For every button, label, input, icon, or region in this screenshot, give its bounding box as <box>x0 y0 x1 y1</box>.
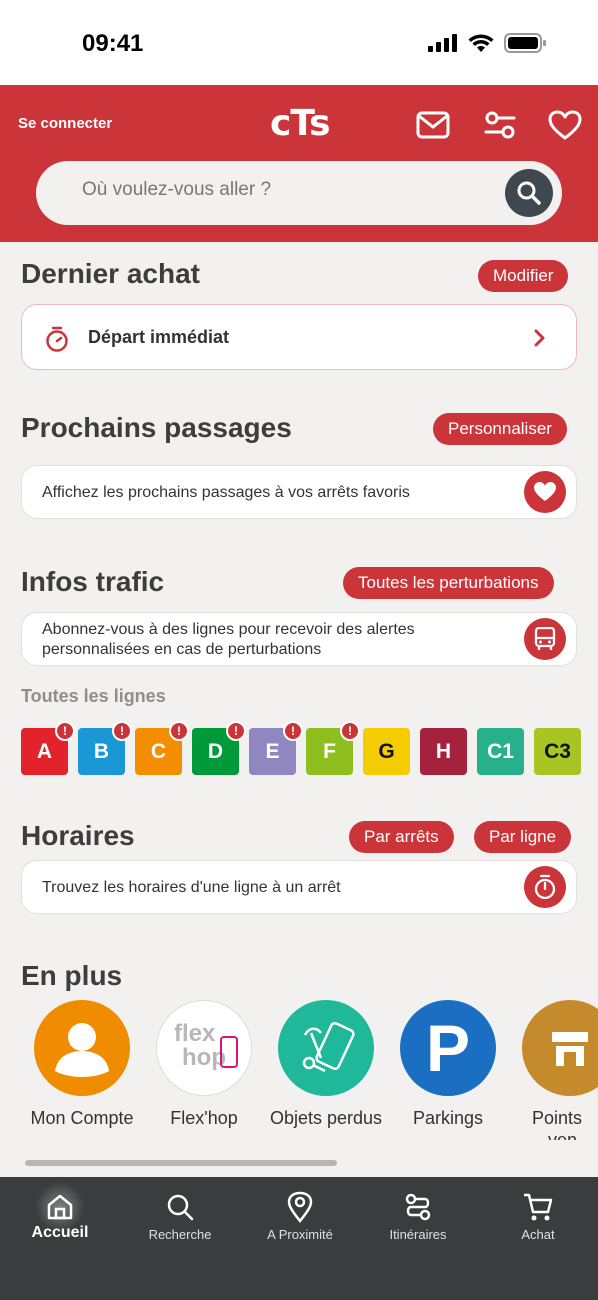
schedule-button[interactable] <box>524 866 566 908</box>
battery-icon <box>504 33 546 53</box>
tab-accueil-label: Accueil <box>31 1224 89 1241</box>
alert-badge-c: ! <box>169 721 189 741</box>
depart-immediat-card[interactable]: Départ immédiat <box>21 304 577 370</box>
depart-immediat-label: Départ immédiat <box>88 327 230 347</box>
line-c3-button[interactable]: C3 <box>534 728 581 775</box>
section-title-horaires: Horaires <box>21 820 135 851</box>
system-icons <box>428 33 546 53</box>
alert-badge-f: ! <box>340 721 360 741</box>
mail-icon <box>416 111 450 139</box>
alert-badge-e: ! <box>283 721 303 741</box>
tab-proximite[interactable]: A Proximité <box>240 1177 360 1257</box>
bus-icon <box>534 627 556 650</box>
parkings-label: Parkings <box>412 1108 484 1128</box>
tab-recherche-label: Recherche <box>148 1227 212 1242</box>
user-icon <box>55 1023 109 1077</box>
tab-itineraires-label: Itinéraires <box>389 1227 447 1242</box>
tab-proximite-label: A Proximité <box>267 1227 333 1242</box>
flexhop-logo: flex hop <box>164 1018 244 1078</box>
infos-trafic-card[interactable]: Abonnez-vous à des lignes pour recevoir … <box>21 612 577 666</box>
alerts-subscribe-button[interactable] <box>524 618 566 660</box>
wifi-icon <box>468 33 494 52</box>
app-header: Se connecter cTs <box>0 85 598 242</box>
parking-icon: P <box>425 1011 471 1085</box>
status-time: 09:41 <box>82 30 144 57</box>
tab-bar: Accueil Recherche A Proximité Itinéraire… <box>0 1177 598 1300</box>
parkings-circle: P <box>400 1000 496 1096</box>
toutes-perturbations-button[interactable]: Toutes les perturbations <box>343 567 554 599</box>
flexhop-label: Flex'hop <box>170 1108 238 1128</box>
favorite-stops-button[interactable] <box>524 471 566 513</box>
search-bar[interactable] <box>36 161 562 225</box>
points-vente-label-2: ven <box>548 1130 578 1140</box>
section-title-prochains-passages: Prochains passages <box>21 412 292 443</box>
points-vente-tile[interactable]: Points ven <box>522 1000 598 1140</box>
heart-icon <box>548 110 582 140</box>
messages-button[interactable] <box>413 105 453 145</box>
chevron-right-icon <box>534 329 545 347</box>
prochains-passages-card[interactable]: Affichez les prochains passages à vos ar… <box>21 465 577 519</box>
search-input[interactable] <box>82 179 482 201</box>
prochains-passages-text: Affichez les prochains passages à vos ar… <box>42 484 410 501</box>
flexhop-circle: flex hop <box>156 1000 252 1096</box>
horaires-card[interactable]: Trouvez les horaires d'une ligne à un ar… <box>21 860 577 914</box>
tab-itineraires[interactable]: Itinéraires <box>358 1177 478 1257</box>
search-icon <box>517 181 541 205</box>
section-title-en-plus: En plus <box>21 960 123 991</box>
personnaliser-button[interactable]: Personnaliser <box>433 413 567 445</box>
mon-compte-circle <box>34 1000 130 1096</box>
mon-compte-label: Mon Compte <box>30 1108 134 1128</box>
par-ligne-button[interactable]: Par ligne <box>474 821 572 853</box>
objets-perdus-label: Objets perdus <box>269 1108 383 1128</box>
phone-icon <box>220 1036 238 1068</box>
horizontal-scrollbar[interactable] <box>25 1160 337 1166</box>
location-pin-icon <box>282 1189 318 1225</box>
points-vente-label: Points <box>532 1108 583 1128</box>
login-link[interactable]: Se connecter <box>18 115 112 132</box>
alert-badge-d: ! <box>226 721 246 741</box>
stopwatch-icon <box>534 874 556 900</box>
section-title-dernier-achat: Dernier achat <box>21 258 200 289</box>
tab-achat-label: Achat <box>521 1227 555 1242</box>
infos-trafic-text-line1: Abonnez-vous à des lignes pour recevoir … <box>42 621 415 638</box>
settings-button[interactable] <box>480 105 520 145</box>
tab-recherche[interactable]: Recherche <box>120 1177 240 1257</box>
par-arrets-button[interactable]: Par arrêts <box>349 821 454 853</box>
objets-perdus-circle <box>278 1000 374 1096</box>
timer-icon <box>46 326 68 352</box>
heart-icon <box>534 482 556 501</box>
lost-items-icon <box>302 1021 355 1073</box>
infos-trafic-text-line2: personnalisées en cas de perturbations <box>42 641 322 658</box>
cts-logo: cTs <box>270 103 331 144</box>
horaires-text: Trouvez les horaires d'une ligne à un ar… <box>42 879 341 896</box>
route-icon <box>400 1189 436 1225</box>
alert-badge-b: ! <box>112 721 132 741</box>
points-vente-circle <box>522 1000 598 1096</box>
shop-icon <box>552 1032 588 1066</box>
line-g-button[interactable]: G <box>363 728 410 775</box>
line-h-button[interactable]: H <box>420 728 467 775</box>
lines-label: Toutes les lignes <box>21 686 166 706</box>
alert-badge-a: ! <box>55 721 75 741</box>
section-title-infos-trafic: Infos trafic <box>21 566 165 597</box>
search-icon <box>162 1189 198 1225</box>
cart-icon <box>520 1189 556 1225</box>
tab-accueil[interactable]: Accueil <box>0 1177 120 1257</box>
sliders-icon <box>484 111 516 139</box>
parkings-tile[interactable]: P Parkings <box>400 1000 496 1128</box>
line-c1-button[interactable]: C1 <box>477 728 524 775</box>
search-button[interactable] <box>505 169 553 217</box>
favorites-button[interactable] <box>545 105 585 145</box>
mon-compte-tile[interactable]: Mon Compte <box>30 1000 134 1128</box>
modifier-button[interactable]: Modifier <box>478 260 569 292</box>
objets-perdus-tile[interactable]: Objets perdus <box>270 1000 382 1128</box>
flexhop-tile[interactable]: flex hop Flex'hop <box>156 1000 252 1128</box>
status-bar: 09:41 <box>0 0 598 85</box>
signal-icon <box>428 34 457 52</box>
tab-achat[interactable]: Achat <box>478 1177 598 1257</box>
